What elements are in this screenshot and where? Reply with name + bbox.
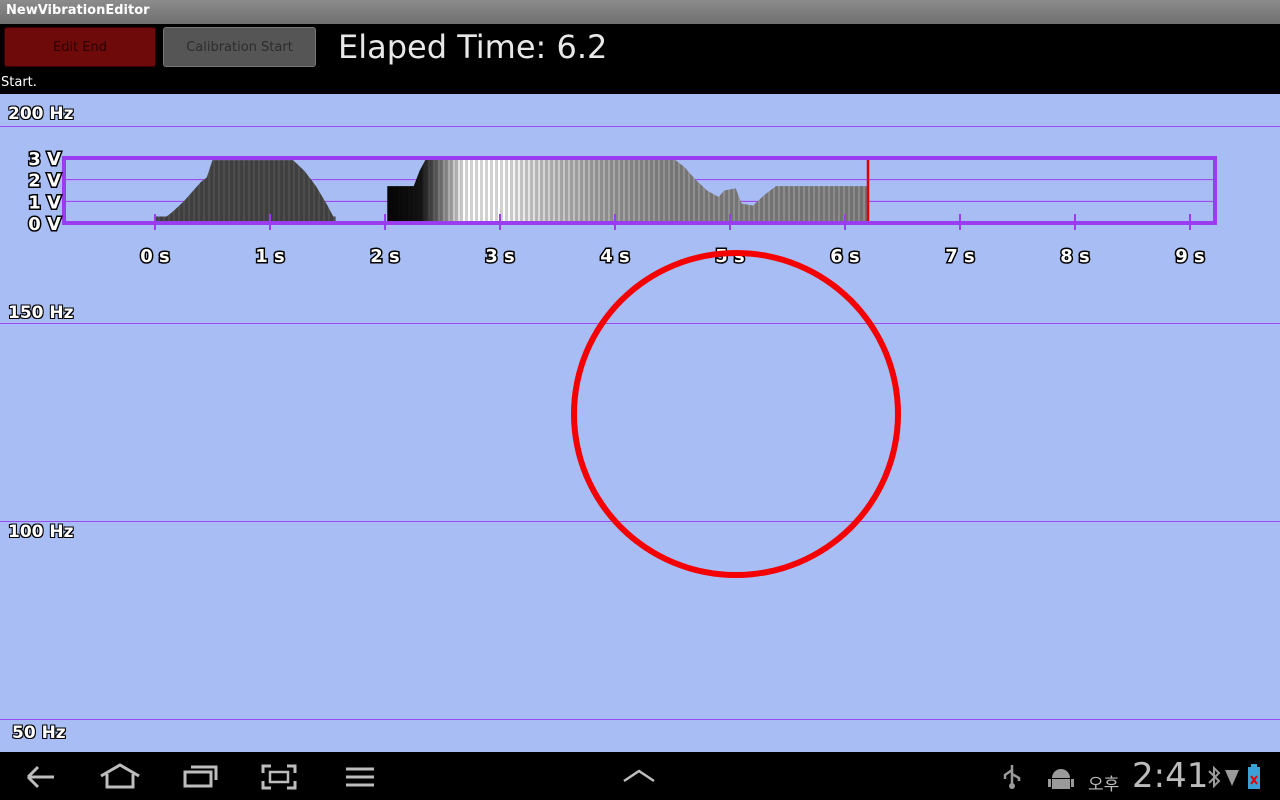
x-tick-label: 9 s [1175,246,1205,267]
y-tick-label: 2 V [28,171,61,192]
clock: 2:41 [1132,756,1209,796]
back-icon[interactable] [24,764,56,790]
y-tick-label: 3 V [28,149,61,170]
chevron-up-icon[interactable] [622,768,656,784]
title-bar: NewVibrationEditor [0,0,1280,24]
bluetooth-icon [1208,765,1221,789]
x-tick-label: 2 s [370,246,400,267]
x-tick-label: 8 s [1060,246,1090,267]
x-tick-label: 7 s [945,246,975,267]
toolbar: Edit End Calibration Start Elaped Time: … [0,24,1280,70]
x-tick-label: 0 s [140,246,170,267]
android-debug-icon [1048,769,1074,789]
x-tick-label: 4 s [600,246,630,267]
freq-label-50: 50 Hz [12,723,66,743]
menu-icon[interactable] [344,766,376,788]
edit-end-button[interactable]: Edit End [4,27,156,67]
freq-line-50 [0,719,1280,720]
recent-apps-icon[interactable] [183,764,219,788]
status-text: Start. [1,75,37,90]
touch-circle[interactable] [571,250,901,578]
y-tick-label: 0 V [28,214,61,235]
freq-line-200 [0,126,1280,127]
app-title: NewVibrationEditor [6,3,150,18]
freq-label-150: 150 Hz [8,303,74,323]
home-icon[interactable] [98,762,142,790]
waveform-stripes [155,160,336,223]
calibration-start-button[interactable]: Calibration Start [163,27,316,67]
screenshot-icon[interactable] [261,764,297,790]
system-nav-bar: 오후 2:41 [0,752,1280,800]
voltage-chart[interactable]: 0 V1 V2 V3 V0 s1 s2 s3 s4 s5 s6 s7 s8 s9… [0,145,1280,275]
elapsed-time-label: Elaped Time: 6.2 [338,28,608,66]
x-tick-label: 3 s [485,246,515,267]
x-tick-label: 6 s [830,246,860,267]
wifi-icon [1225,770,1239,786]
freq-label-100: 100 Hz [8,522,74,542]
battery-icon [1248,764,1260,789]
waveform-stripes [387,158,868,223]
status-line: Start. [0,70,1280,94]
x-tick-label: 1 s [255,246,285,267]
freq-label-200: 200 Hz [8,104,74,124]
ampm-label: 오후 [1088,775,1120,795]
usb-icon [1003,765,1021,789]
y-tick-label: 1 V [28,192,61,213]
